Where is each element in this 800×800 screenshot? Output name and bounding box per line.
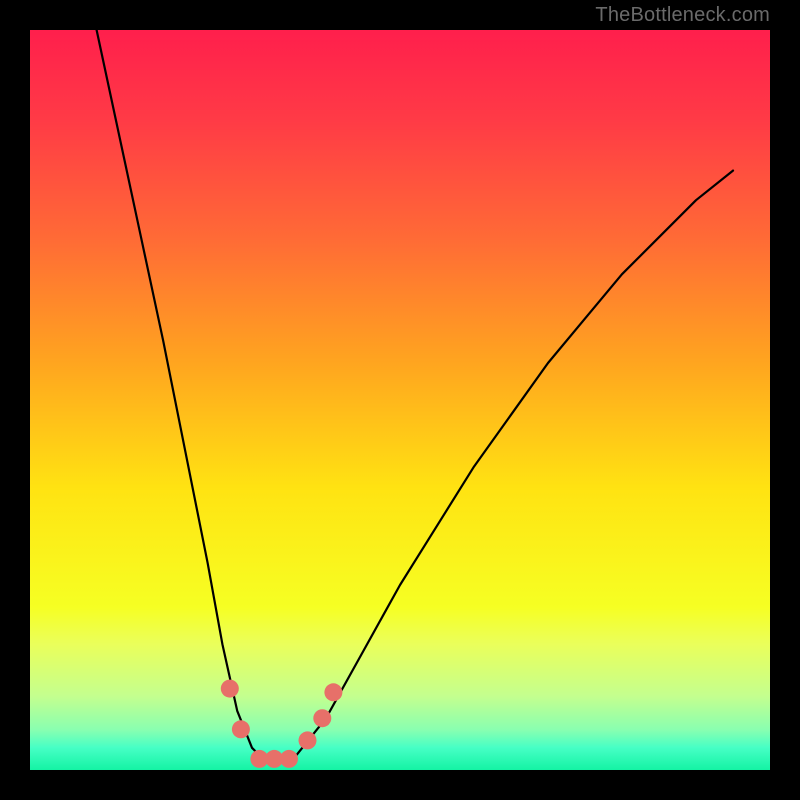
marker-dot bbox=[313, 709, 331, 727]
gradient-background bbox=[30, 30, 770, 770]
chart-svg bbox=[30, 30, 770, 770]
marker-dot bbox=[280, 750, 298, 768]
plot-area bbox=[30, 30, 770, 770]
marker-dot bbox=[221, 680, 239, 698]
marker-dot bbox=[232, 720, 250, 738]
watermark-text: TheBottleneck.com bbox=[595, 4, 770, 27]
marker-dot bbox=[299, 731, 317, 749]
marker-dot bbox=[324, 683, 342, 701]
outer-frame: TheBottleneck.com bbox=[0, 0, 800, 800]
